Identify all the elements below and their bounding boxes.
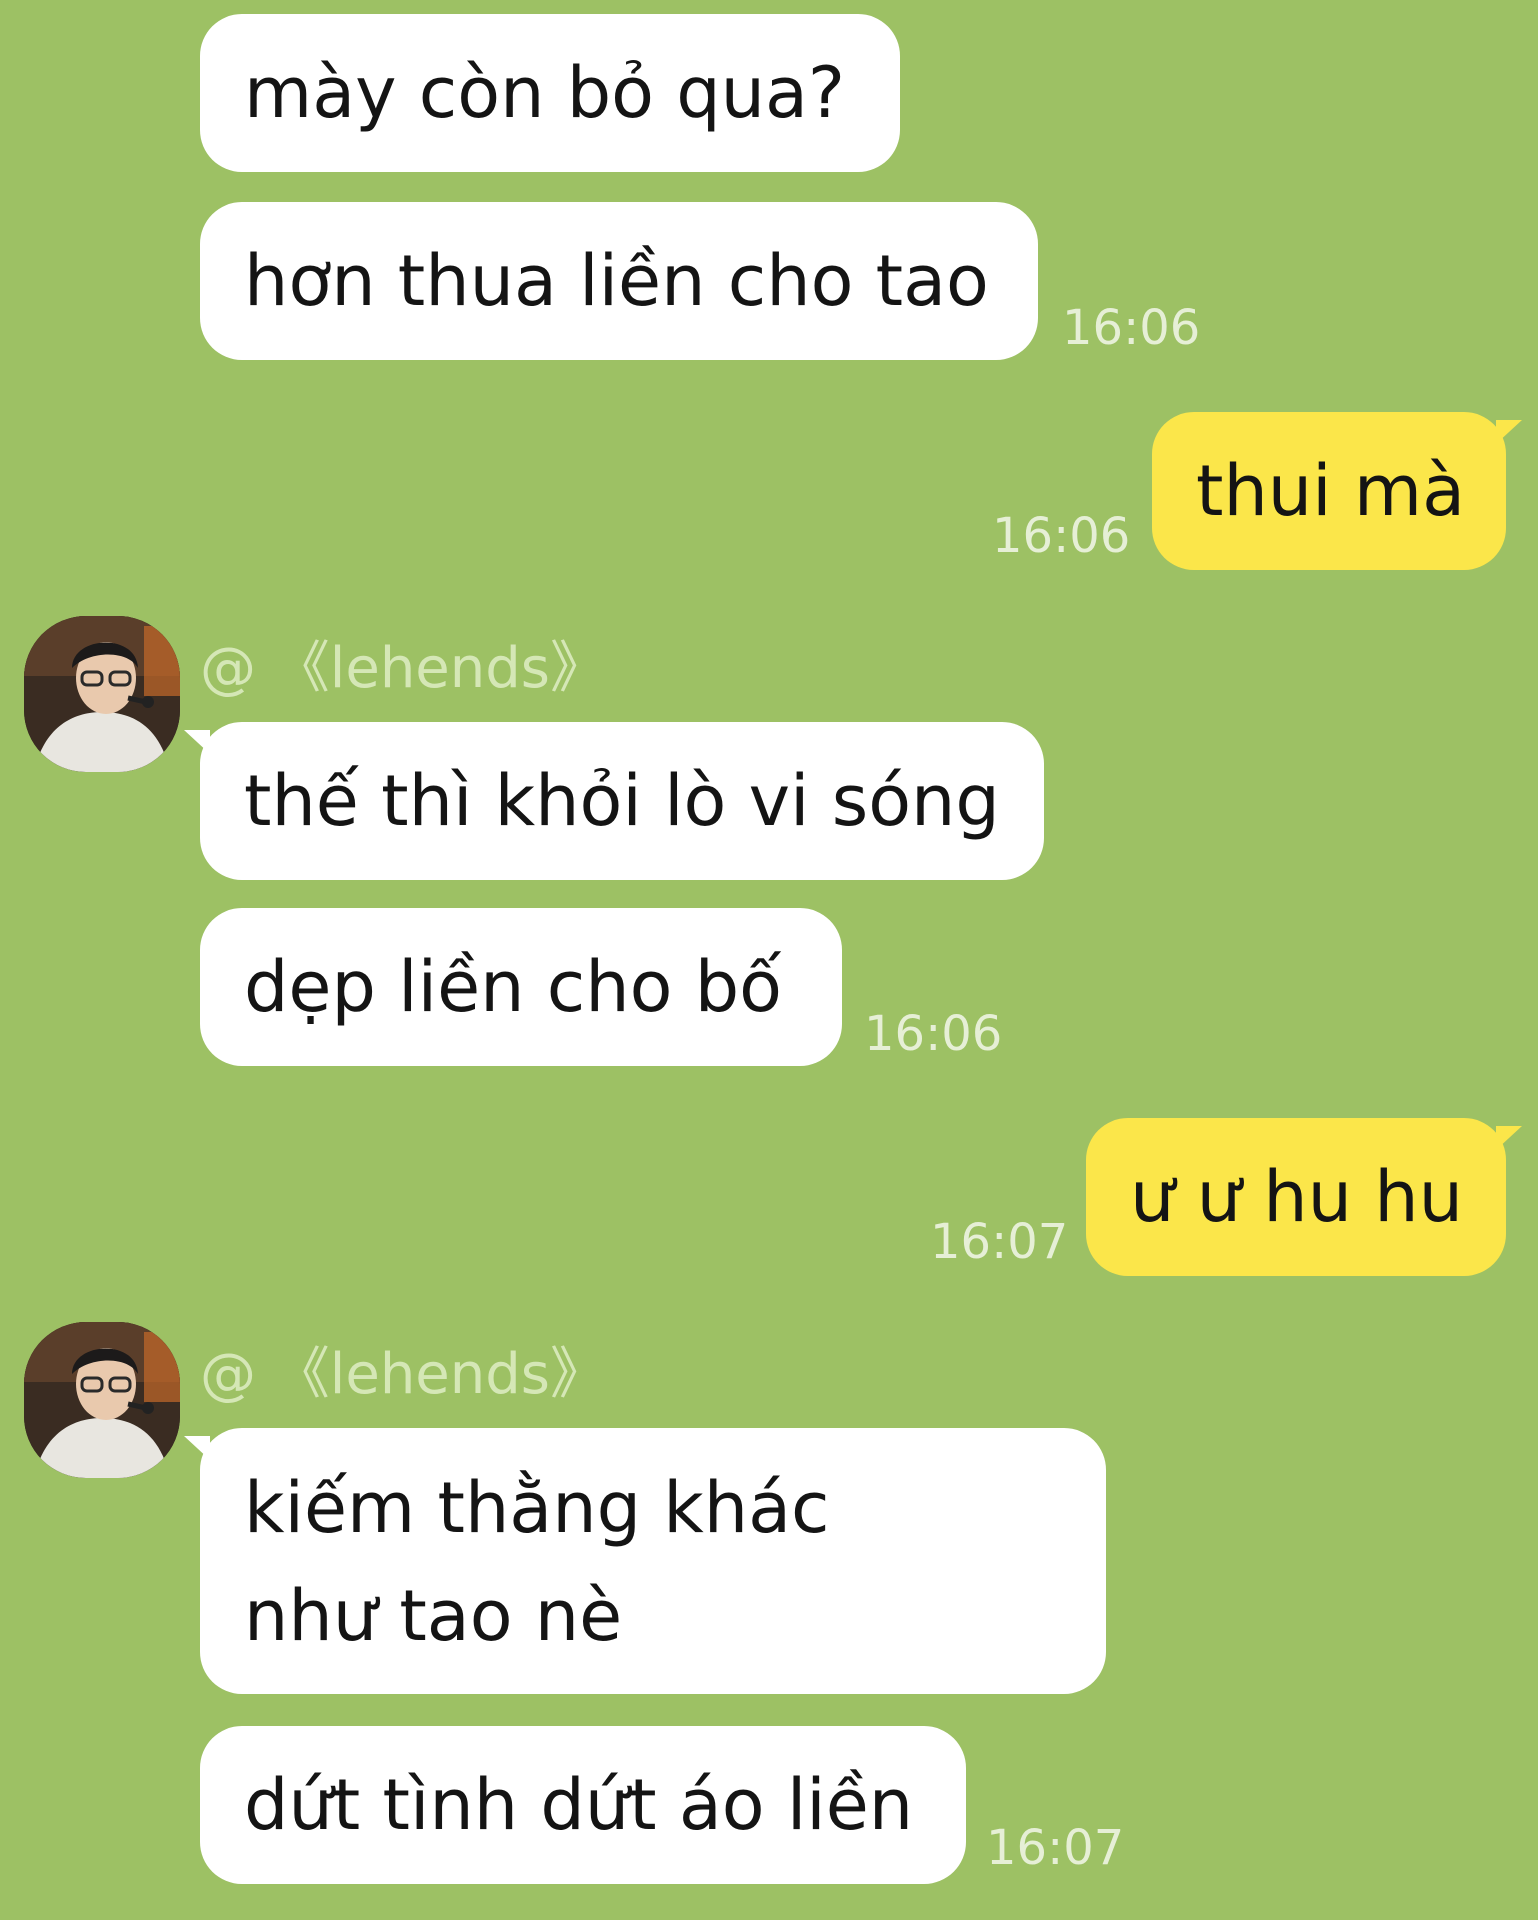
sender-avatar[interactable] <box>24 1322 180 1478</box>
message-text: mày còn bỏ qua? <box>244 52 846 134</box>
message-timestamp: 16:06 <box>992 508 1131 564</box>
message-text: dứt tình dứt áo liền <box>244 1764 914 1846</box>
message-timestamp: 16:07 <box>930 1214 1069 1270</box>
message-text: ư ư hu hu <box>1130 1156 1463 1238</box>
message-bubble-incoming[interactable]: kiếm thằng khác như tao nè <box>184 1428 1106 1694</box>
message-text: kiếm thằng khác như tao nè <box>244 1467 830 1657</box>
message-text: thế thì khỏi lò vi sóng <box>244 760 1000 842</box>
message-bubble-outgoing[interactable]: ư ư hu hu <box>1086 1118 1522 1276</box>
message-text: hơn thua liền cho tao <box>244 240 989 322</box>
sender-avatar[interactable] <box>24 616 180 772</box>
user-avatar-photo-icon <box>24 616 180 772</box>
message-text: dẹp liền cho bố <box>244 946 782 1028</box>
message-bubble-incoming[interactable]: hơn thua liền cho tao <box>200 202 1038 360</box>
user-avatar-photo-icon <box>24 1322 180 1478</box>
message-bubble-incoming[interactable]: dẹp liền cho bố <box>200 908 842 1066</box>
message-timestamp: 16:06 <box>864 1006 1003 1062</box>
message-bubble-outgoing[interactable]: thui mà <box>1152 412 1522 570</box>
sender-name: @ 《lehends》 <box>200 636 606 701</box>
message-bubble-incoming[interactable]: mày còn bỏ qua? <box>200 14 900 172</box>
message-timestamp: 16:06 <box>1062 300 1201 356</box>
message-timestamp: 16:07 <box>986 1820 1125 1876</box>
sender-name: @ 《lehends》 <box>200 1342 606 1407</box>
message-bubble-incoming[interactable]: dứt tình dứt áo liền <box>200 1726 966 1884</box>
message-bubble-incoming[interactable]: thế thì khỏi lò vi sóng <box>184 722 1044 880</box>
message-text: thui mà <box>1196 450 1465 532</box>
